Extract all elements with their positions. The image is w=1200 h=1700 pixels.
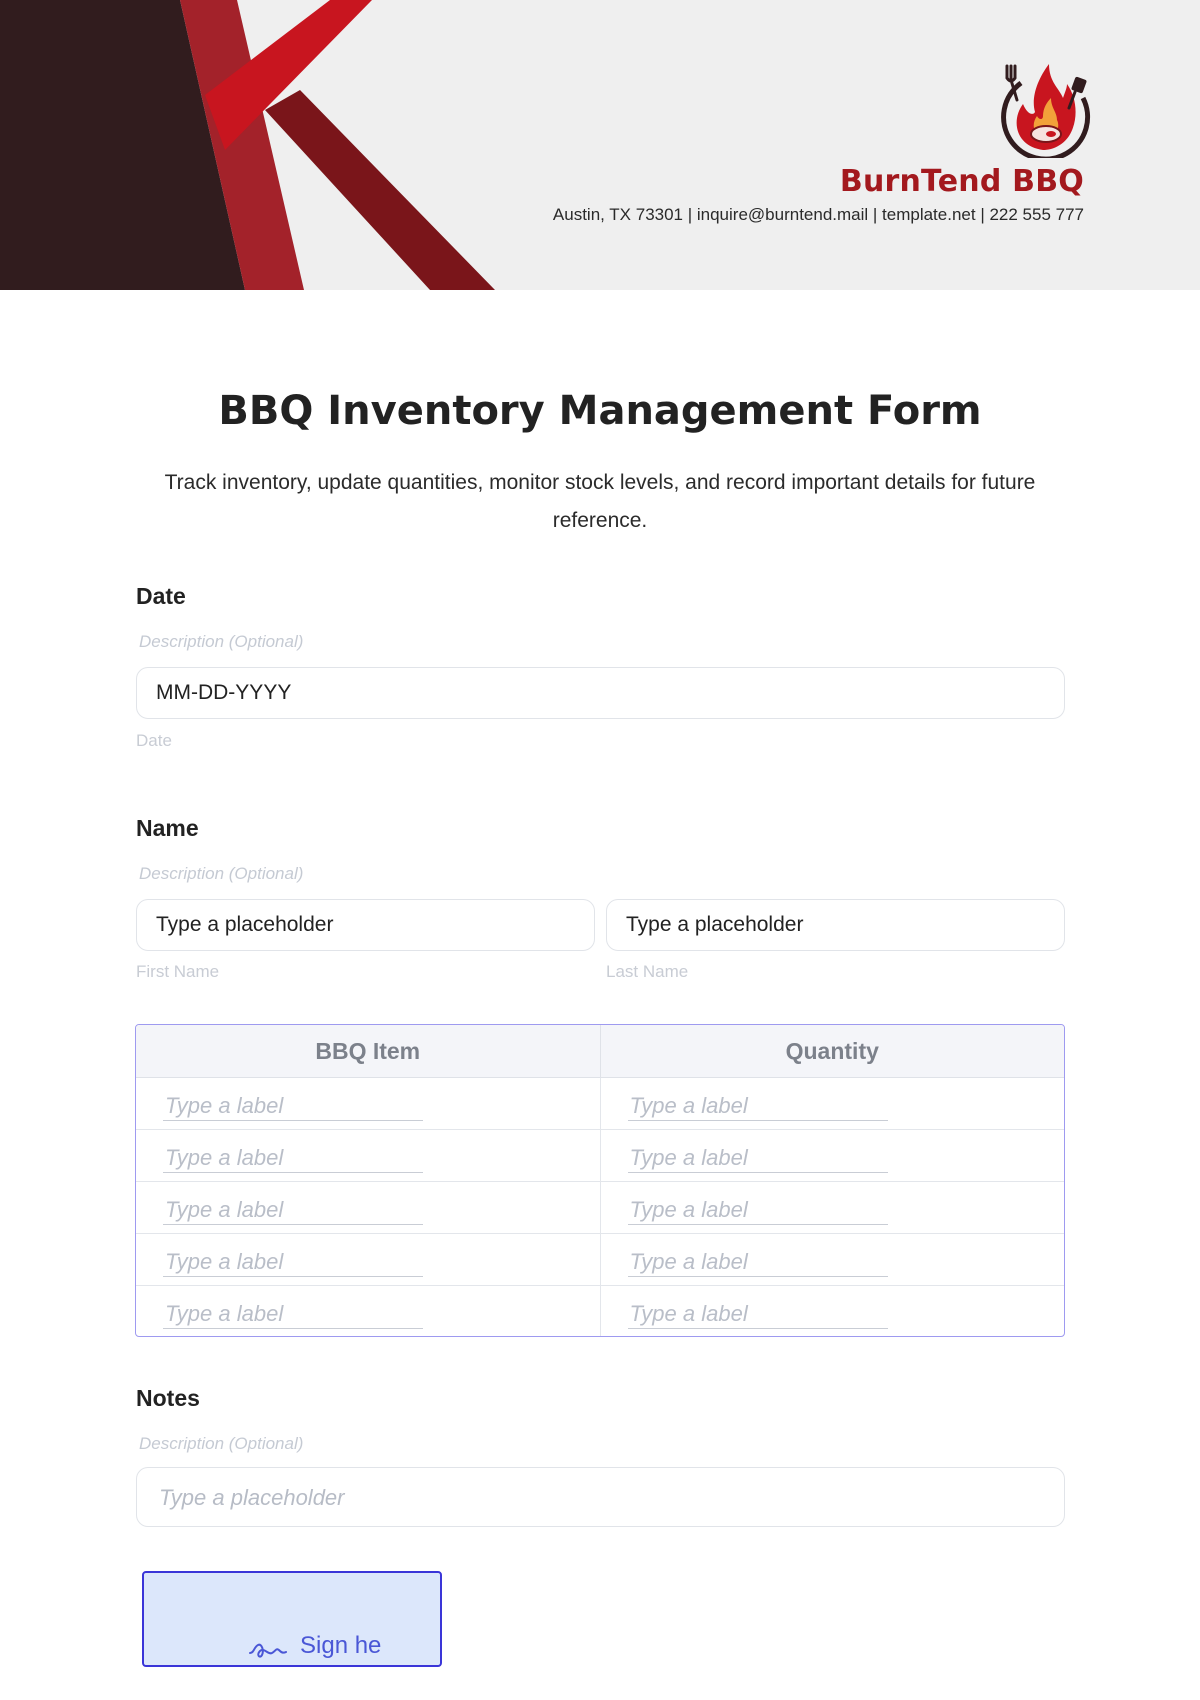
table-cell: Type a label [601,1078,1065,1129]
quantity-input[interactable]: Type a label [627,1192,888,1225]
notes-label: Notes [136,1385,200,1411]
quantity-input[interactable]: Type a label [627,1088,888,1121]
column-header-bbq-item[interactable]: BBQ Item [136,1025,601,1077]
signature-button[interactable]: Sign he [142,1571,442,1667]
flame-steak-logo-icon [1001,64,1091,158]
table-row: Type a label Type a label [136,1234,1064,1286]
column-header-quantity[interactable]: Quantity [601,1025,1065,1077]
brand-contact-info: Austin, TX 73301 | inquire@burntend.mail… [552,205,1084,224]
inventory-table: BBQ Item Quantity Type a label Type a la… [135,1024,1065,1337]
table-cell: Type a label [136,1130,601,1181]
table-cell: Type a label [601,1130,1065,1181]
bbq-item-input[interactable]: Type a label [163,1244,423,1277]
header-banner: BurnTend BBQ Austin, TX 73301 | inquire@… [0,0,1200,290]
last-name-sub-label: Last Name [606,962,689,981]
quantity-input[interactable]: Type a label [627,1244,888,1277]
table-cell: Type a label [136,1182,601,1233]
quantity-input[interactable]: Type a label [627,1140,888,1173]
table-row: Type a label Type a label [136,1130,1064,1182]
signature-label: Sign he [300,1632,382,1659]
table-cell: Type a label [601,1286,1065,1336]
bbq-item-input[interactable]: Type a label [163,1192,423,1225]
table-cell: Type a label [601,1182,1065,1233]
notes-description[interactable]: Description (Optional) [139,1434,303,1454]
bbq-item-input[interactable]: Type a label [163,1296,423,1329]
date-label: Date [136,583,186,609]
table-row: Type a label Type a label [136,1286,1065,1336]
table-row: Type a label Type a label [136,1078,1064,1130]
name-description[interactable]: Description (Optional) [139,864,303,884]
table-cell: Type a label [136,1286,601,1336]
table-row: Type a label Type a label [136,1182,1064,1234]
last-name-input[interactable]: Type a placeholder [606,899,1065,951]
date-input[interactable]: MM-DD-YYYY [136,667,1065,719]
bbq-item-input[interactable]: Type a label [163,1088,423,1121]
first-name-sub-label: First Name [136,962,220,981]
date-description[interactable]: Description (Optional) [139,632,303,652]
signature-icon [249,1643,287,1658]
quantity-input[interactable]: Type a label [627,1296,888,1329]
first-name-input[interactable]: Type a placeholder [136,899,595,951]
table-header-row: BBQ Item Quantity [136,1025,1064,1078]
form-subtitle: Track inventory, update quantities, moni… [164,471,1036,532]
table-cell: Type a label [136,1234,601,1285]
notes-input[interactable]: Type a placeholder [136,1467,1065,1527]
signature-content: Sign he [248,1631,381,1661]
date-sub-label: Date [136,731,172,750]
table-cell: Type a label [136,1078,601,1129]
form-title: BBQ Inventory Management Form [218,388,982,434]
table-cell: Type a label [601,1234,1065,1285]
name-label: Name [136,815,199,841]
brand-name: BurnTend BBQ [839,164,1084,199]
bbq-item-input[interactable]: Type a label [163,1140,423,1173]
